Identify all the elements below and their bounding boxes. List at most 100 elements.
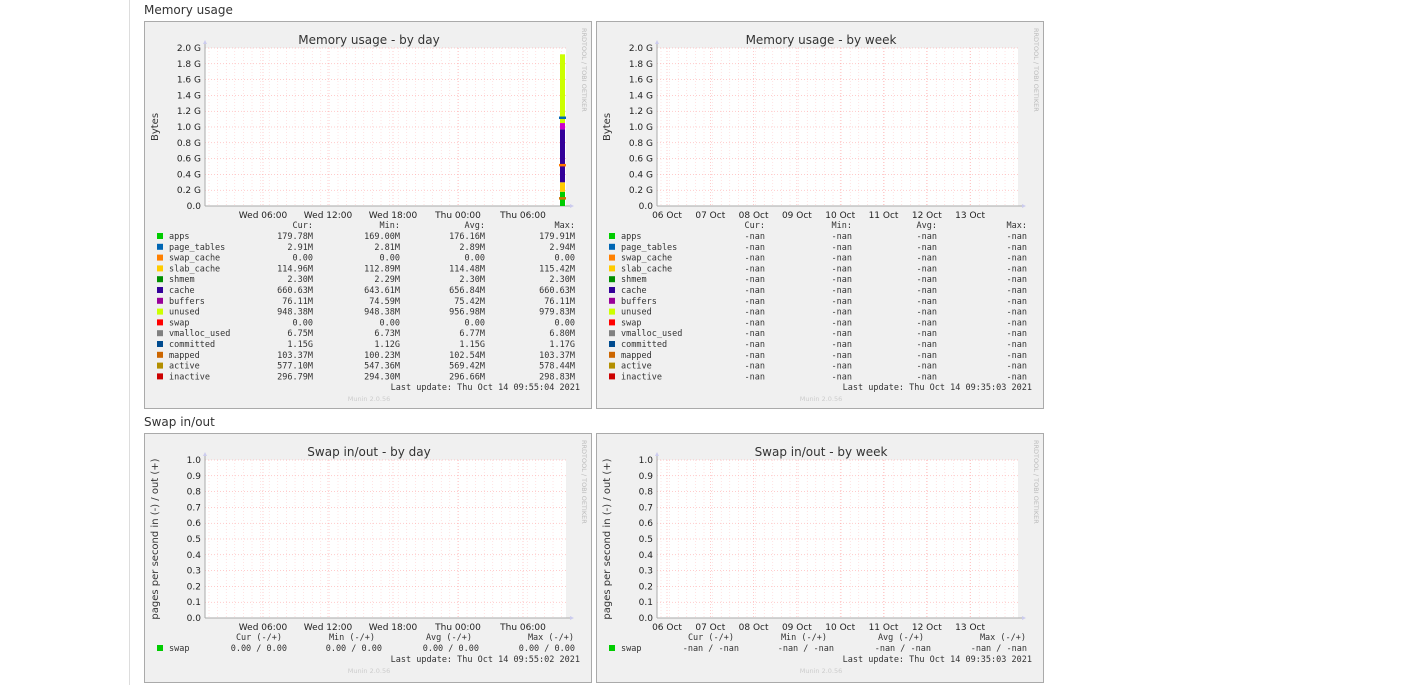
y-tick-label: 1.8 G xyxy=(177,60,201,70)
memory-week-graph[interactable]: 0.0 0.2 G 0.4 G 0.6 G 0.8 G 1.0 G 1.2 G 1.4 G 1.… xyxy=(596,21,1044,409)
y-tick-label: 0.5 xyxy=(187,535,201,545)
legend-value: 2.91M xyxy=(287,243,313,253)
legend-value: -nan xyxy=(1007,243,1027,253)
legend-value: -nan xyxy=(917,286,937,296)
rrdtool-credit: RRDTOOL / TOBI OETIKER xyxy=(1032,28,1040,112)
legend-value: -nan xyxy=(1007,351,1027,361)
y-tick-label: 0.5 xyxy=(639,535,653,545)
legend-swatch xyxy=(609,351,615,358)
legend-value: -nan xyxy=(745,297,765,307)
legend-value: 660.63M xyxy=(539,286,575,296)
legend-value: 114.96M xyxy=(277,264,313,274)
legend-value: -nan xyxy=(1007,308,1027,318)
legend-value: -nan xyxy=(1007,297,1027,307)
legend-swatch xyxy=(157,308,163,315)
legend-value: -nan xyxy=(1007,254,1027,264)
legend-header: Cur: xyxy=(745,221,765,231)
legend-value: -nan xyxy=(832,308,852,318)
legend-swatch xyxy=(609,319,615,326)
legend-value: -nan / -nan xyxy=(778,644,834,654)
swap-day-chart: 0.0 0.1 0.2 0.3 0.4 0.5 0.6 0.7 0.8 0.9 1.0 Wed 06:… xyxy=(150,440,588,675)
y-tick-label: 1.0 G xyxy=(177,123,201,133)
legend-swatch xyxy=(609,233,615,239)
legend-swatch xyxy=(157,265,163,272)
x-tick-label: 09 Oct xyxy=(782,623,812,633)
legend-value: -nan xyxy=(832,329,852,339)
y-axis-arrow xyxy=(203,40,207,44)
legend-swatch xyxy=(157,362,163,369)
chart-title: Memory usage - by week xyxy=(746,33,897,47)
stack-segment xyxy=(560,123,565,130)
y-tick-label: 0.7 xyxy=(187,503,201,513)
legend-value: 956.98M xyxy=(449,308,485,318)
legend-value: 2.81M xyxy=(374,243,400,253)
y-tick-label: 0.0 xyxy=(187,202,202,212)
legend-value: 115.42M xyxy=(539,264,575,274)
legend-name: page_tables xyxy=(621,243,677,253)
x-tick-label: 13 Oct xyxy=(955,623,985,633)
legend-value: -nan xyxy=(745,362,765,372)
legend-value: -nan xyxy=(745,351,765,361)
x-tick-label: 12 Oct xyxy=(912,211,942,221)
legend-value: -nan xyxy=(917,275,937,285)
x-tick-label: Thu 00:00 xyxy=(434,211,481,221)
legend-header: Avg: xyxy=(917,221,937,231)
chart-title: Memory usage - by day xyxy=(298,33,439,47)
legend-value: 179.91M xyxy=(539,232,575,242)
swap-week-graph[interactable]: 0.0 0.1 0.2 0.3 0.4 0.5 0.6 0.7 0.8 0.9 1.0 06 Oct 0… xyxy=(596,433,1044,683)
legend-value: -nan xyxy=(1007,329,1027,339)
legend-value: -nan xyxy=(832,286,852,296)
legend-value: 296.79M xyxy=(277,372,313,382)
legend-value: -nan xyxy=(832,340,852,350)
x-tick-label: Thu 06:00 xyxy=(499,211,546,221)
legend-header: Cur: xyxy=(293,221,313,231)
x-tick-label: 06 Oct xyxy=(652,623,682,633)
legend-value: -nan xyxy=(1007,232,1027,242)
legend-header: Max (-/+) xyxy=(980,633,1026,643)
x-tick-label: 12 Oct xyxy=(912,623,942,633)
x-axis-arrow xyxy=(570,616,574,620)
last-update: Last update: Thu Oct 14 09:55:02 2021 xyxy=(391,655,580,665)
y-tick-label: 1.2 G xyxy=(177,107,201,117)
legend-value: 6.75M xyxy=(287,329,313,339)
y-tick-label: 1.2 G xyxy=(629,107,653,117)
legend-header: Avg: xyxy=(465,221,485,231)
legend-name: slab_cache xyxy=(621,264,672,274)
y-tick-label: 0.8 G xyxy=(177,139,201,149)
memory-day-graph[interactable]: 0.0 0.2 G 0.4 G 0.6 G 0.8 G 1.0 G 1.2 G 1.4 G 1.… xyxy=(144,21,592,409)
stack-segment xyxy=(560,129,565,183)
y-tick-label: 2.0 G xyxy=(629,44,653,54)
legend-value: 656.84M xyxy=(449,286,485,296)
legend-header: Max (-/+) xyxy=(528,633,574,643)
y-tick-label: 2.0 G xyxy=(177,44,201,54)
legend-value: 0.00 / 0.00 xyxy=(519,644,575,654)
legend-value: -nan xyxy=(917,243,937,253)
legend-name: mapped xyxy=(621,351,652,361)
legend-value: 2.89M xyxy=(459,243,485,253)
legend-swatch xyxy=(157,276,163,283)
legend-value: -nan xyxy=(917,318,937,328)
swap-day-graph[interactable]: 0.0 0.1 0.2 0.3 0.4 0.5 0.6 0.7 0.8 0.9 1.0 Wed 06:… xyxy=(144,433,592,683)
legend-value: 0.00 / 0.00 xyxy=(231,644,287,654)
legend-value: 298.83M xyxy=(539,372,575,382)
legend-value: 103.37M xyxy=(539,351,575,361)
rrdtool-credit: RRDTOOL / TOBI OETIKER xyxy=(580,28,588,112)
stack-segment xyxy=(560,54,565,124)
x-tick-label: Wed 06:00 xyxy=(239,623,288,633)
legend-swatch xyxy=(157,341,163,347)
legend-name: unused xyxy=(621,308,652,318)
y-tick-label: 0.0 xyxy=(187,614,202,624)
x-axis-arrow xyxy=(570,204,574,208)
stack-marker xyxy=(559,163,566,167)
legend-name: vmalloc_used xyxy=(169,329,230,339)
legend-header: Min (-/+) xyxy=(781,633,827,643)
legend-value: 169.00M xyxy=(364,232,400,242)
legend-swatch xyxy=(609,341,615,347)
y-tick-label: 0.9 xyxy=(639,472,654,482)
x-tick-label: Thu 00:00 xyxy=(434,623,481,633)
legend-value: 0.00 xyxy=(380,254,400,264)
legend-value: -nan xyxy=(917,297,937,307)
legend-value: 0.00 xyxy=(380,318,400,328)
legend-swatch xyxy=(157,373,163,380)
legend-value: 75.42M xyxy=(454,297,485,307)
